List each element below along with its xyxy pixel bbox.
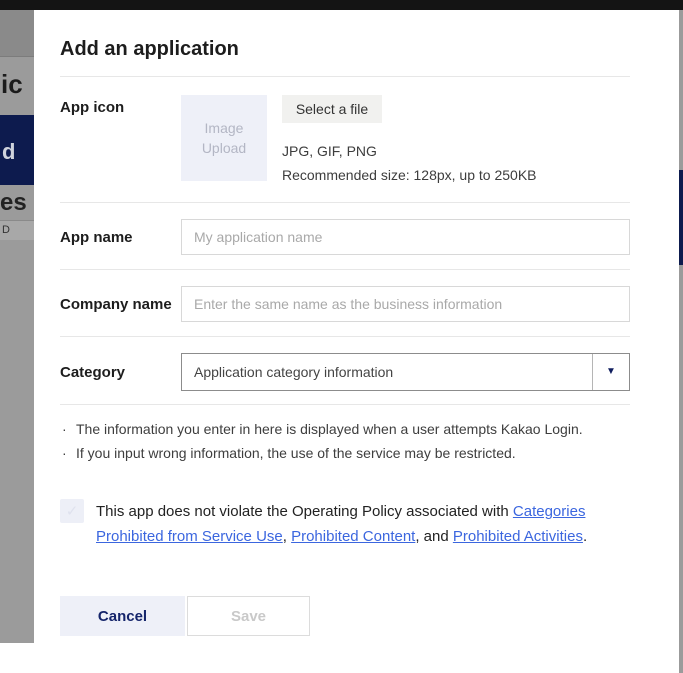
modal-title: Add an application (60, 38, 630, 61)
app-icon-row: App icon Image Upload Select a file JPG,… (60, 77, 630, 202)
upload-hint: JPG, GIF, PNG Recommended size: 128px, u… (282, 139, 537, 187)
bullet-icon: · (62, 417, 76, 441)
background-left-sliver: ic d es D (0, 10, 34, 673)
company-name-label: Company name (60, 286, 181, 315)
category-select[interactable]: Application category information ▼ (181, 353, 630, 391)
background-segment: D (0, 220, 34, 240)
company-name-input[interactable] (181, 286, 630, 322)
add-application-modal: Add an application App icon Image Upload… (34, 10, 679, 673)
background-navy-banner (679, 170, 683, 265)
modal-actions: Cancel Save (60, 596, 630, 636)
link-prohibited-activities[interactable]: Prohibited Activities (453, 528, 583, 545)
background-text-fragment: d (2, 139, 15, 165)
upload-formats: JPG, GIF, PNG (282, 139, 537, 163)
upload-recommendation: Recommended size: 128px, up to 250KB (282, 163, 537, 187)
policy-text-segment: . (583, 528, 587, 545)
category-row: Category Application category informatio… (60, 337, 630, 404)
policy-text: This app does not violate the Operating … (96, 499, 622, 549)
background-segment (679, 265, 683, 673)
bullet-icon: · (62, 441, 76, 465)
link-prohibited-content[interactable]: Prohibited Content (291, 528, 415, 545)
app-icon-label: App icon (60, 95, 181, 118)
upload-details: Select a file JPG, GIF, PNG Recommended … (282, 95, 537, 187)
notes-list: · The information you enter in here is d… (60, 405, 630, 465)
policy-text-segment: , (283, 528, 291, 545)
note-text: If you input wrong information, the use … (76, 441, 516, 465)
policy-text-segment: , and (415, 528, 453, 545)
policy-checkbox[interactable]: ✓ (60, 499, 84, 523)
category-selected-value: Application category information (182, 354, 592, 390)
chevron-down-icon: ▼ (606, 367, 616, 377)
app-name-row: App name (60, 203, 630, 269)
note-item: · The information you enter in here is d… (62, 417, 630, 441)
background-segment: es (0, 185, 34, 220)
background-segment (0, 643, 34, 673)
background-top-bar (0, 0, 683, 10)
background-segment (679, 10, 683, 170)
category-caret-box: ▼ (592, 354, 629, 390)
background-segment (0, 10, 34, 57)
save-button[interactable]: Save (187, 596, 310, 636)
company-name-row: Company name (60, 270, 630, 336)
checkmark-icon: ✓ (66, 502, 79, 520)
background-navy-banner: d (0, 115, 34, 185)
policy-agreement: ✓ This app does not violate the Operatin… (60, 499, 630, 549)
app-name-label: App name (60, 219, 181, 248)
select-file-button[interactable]: Select a file (282, 95, 382, 123)
background-segment: ic (0, 57, 34, 115)
background-segment (0, 240, 34, 643)
background-text-fragment: D (2, 224, 10, 236)
background-right-sliver (679, 10, 683, 673)
category-label: Category (60, 353, 181, 383)
policy-text-segment: This app does not violate the Operating … (96, 503, 513, 520)
app-name-input[interactable] (181, 219, 630, 255)
note-item: · If you input wrong information, the us… (62, 441, 630, 465)
cancel-button[interactable]: Cancel (60, 596, 185, 636)
background-text-fragment: es (0, 189, 27, 217)
note-text: The information you enter in here is dis… (76, 417, 583, 441)
background-text-fragment: ic (1, 69, 23, 100)
image-upload-dropzone[interactable]: Image Upload (181, 95, 267, 181)
